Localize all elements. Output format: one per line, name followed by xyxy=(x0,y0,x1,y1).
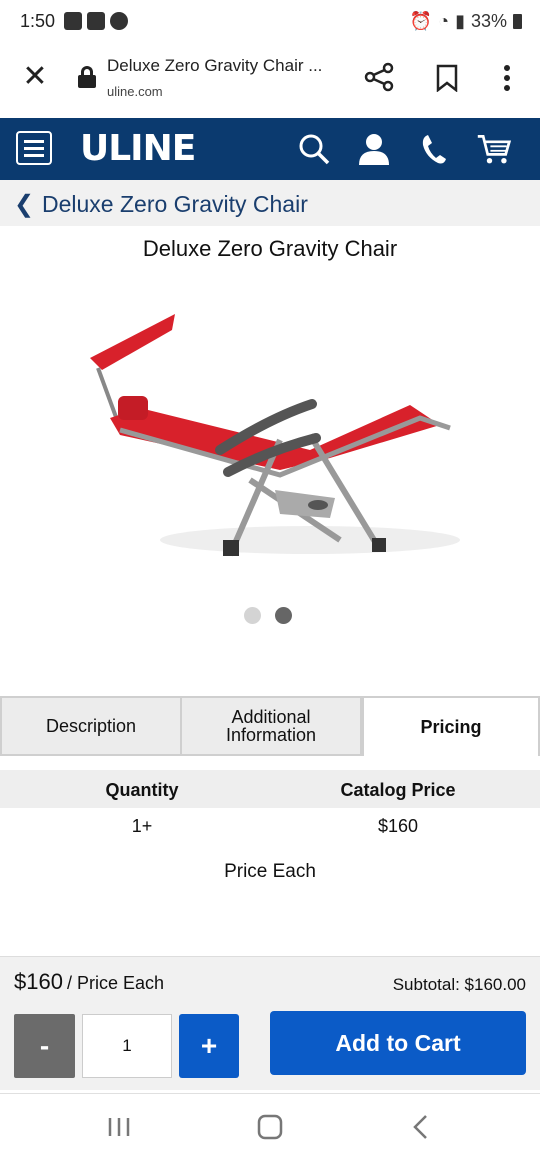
lock-icon xyxy=(78,66,96,88)
decrease-quantity-button[interactable]: - xyxy=(14,1014,75,1078)
product-image[interactable] xyxy=(80,300,460,580)
uline-logo[interactable]: ULINE xyxy=(80,128,196,169)
product-tabs: Description Additional Information Prici… xyxy=(0,696,540,756)
price-each-note: Price Each xyxy=(224,861,316,882)
battery-icon xyxy=(513,14,522,29)
carousel-dot-2[interactable] xyxy=(275,607,292,624)
chevron-left-icon[interactable]: ❮ xyxy=(14,190,34,219)
cart-icon[interactable] xyxy=(476,131,512,167)
status-time: 1:50 xyxy=(20,11,56,31)
unit-price-value: $160 xyxy=(14,969,63,994)
breadcrumb-label[interactable]: Deluxe Zero Gravity Chair xyxy=(42,191,308,218)
recent-apps-icon[interactable] xyxy=(104,1112,134,1142)
price-cell: $160 xyxy=(377,816,419,836)
catalog-price-column-header: Catalog Price xyxy=(340,780,456,800)
battery-percent: 33% xyxy=(470,11,507,31)
product-title: Deluxe Zero Gravity Chair xyxy=(142,236,398,261)
status-bar: 1:50 ⏰ ◔ ▮ 33% xyxy=(0,0,540,44)
tab-divider xyxy=(0,754,362,756)
system-navigation-bar xyxy=(0,1093,540,1158)
bookmark-icon[interactable] xyxy=(436,64,458,92)
carousel-indicator xyxy=(244,607,292,624)
breadcrumb[interactable]: ❮ Deluxe Zero Gravity Chair xyxy=(0,180,540,226)
back-icon[interactable] xyxy=(406,1112,436,1142)
account-icon[interactable] xyxy=(356,131,392,167)
home-icon[interactable] xyxy=(255,1112,285,1142)
status-right: ⏰ ◔ ▮ 33% xyxy=(410,11,522,32)
increase-quantity-button[interactable]: + xyxy=(179,1014,239,1078)
tab-description[interactable]: Description xyxy=(0,696,182,756)
quantity-column-header: Quantity xyxy=(105,780,179,800)
more-options-icon[interactable] xyxy=(500,64,514,92)
phone-icon[interactable] xyxy=(416,131,452,167)
close-icon[interactable]: ✕ xyxy=(20,62,50,92)
status-notification-icons xyxy=(64,12,128,30)
alarm-icon: ⏰ xyxy=(409,11,433,31)
carousel-dot-1[interactable] xyxy=(244,607,261,624)
tab-pricing[interactable]: Pricing xyxy=(362,696,540,756)
wifi-icon: ◔ xyxy=(438,11,450,31)
unit-price-suffix: / Price Each xyxy=(66,973,164,993)
quantity-cell: 1+ xyxy=(131,816,153,836)
site-navbar: ULINE xyxy=(0,118,540,180)
subtotal: Subtotal: $160.00 xyxy=(392,975,526,994)
browser-page-title[interactable]: Deluxe Zero Gravity Chair ... xyxy=(107,56,322,76)
search-icon[interactable] xyxy=(296,131,332,167)
tab-additional-information[interactable]: Additional Information xyxy=(180,696,362,756)
flipboard-icon xyxy=(87,12,105,30)
quantity-input[interactable] xyxy=(82,1014,172,1078)
gallery-icon xyxy=(64,12,82,30)
hamburger-menu-icon[interactable] xyxy=(16,131,52,165)
signal-icon: ▮ xyxy=(455,11,465,31)
pricing-table-header: Quantity Catalog Price xyxy=(0,770,540,808)
browser-url[interactable]: uline.com xyxy=(107,84,163,99)
add-to-cart-button[interactable]: Add to Cart xyxy=(270,1011,526,1075)
browser-toolbar: ✕ Deluxe Zero Gravity Chair ... uline.co… xyxy=(0,44,540,118)
table-row: 1+ $160 xyxy=(0,816,540,840)
unit-price: $160/ Price Each xyxy=(14,969,164,995)
add-to-cart-panel: $160/ Price Each Subtotal: $160.00 - + A… xyxy=(0,956,540,1090)
share-icon[interactable] xyxy=(364,62,394,92)
link-icon xyxy=(110,12,128,30)
